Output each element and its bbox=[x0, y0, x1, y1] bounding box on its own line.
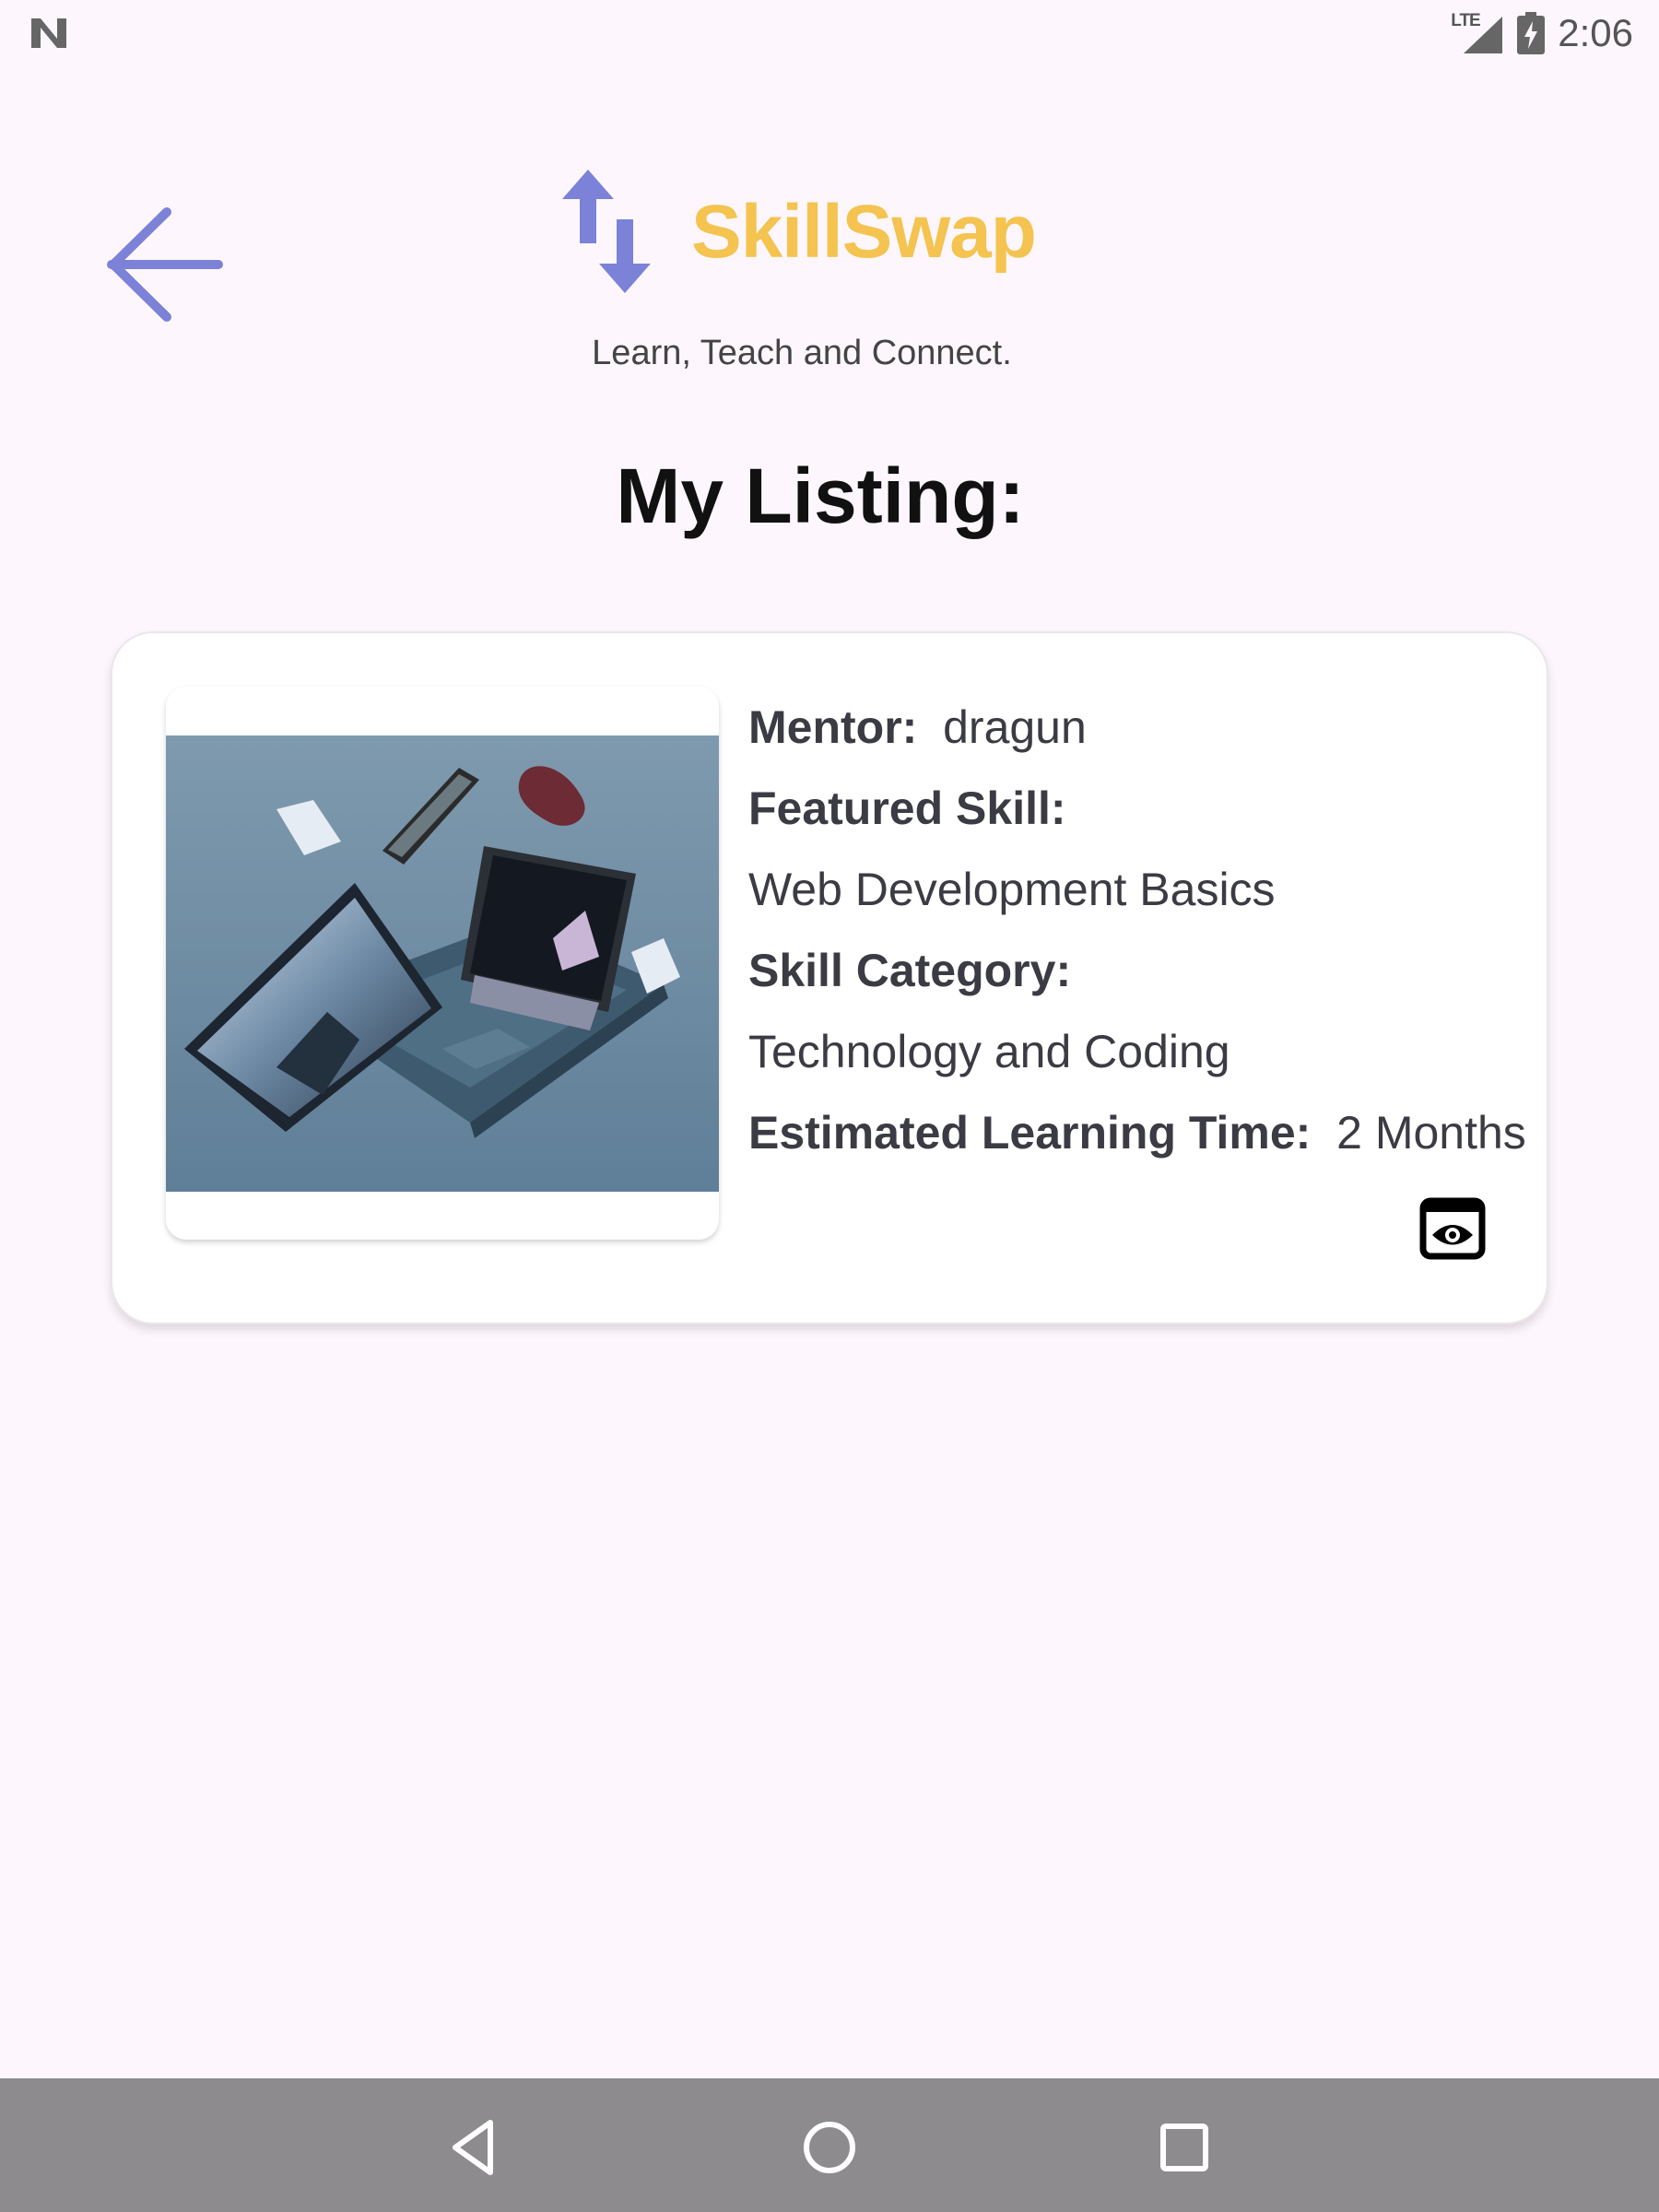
featured-skill-value: Web Development Basics bbox=[748, 864, 1276, 915]
learning-time-row: Estimated Learning Time: 2 Months bbox=[748, 1092, 1526, 1173]
system-nav-bar bbox=[0, 2078, 1659, 2212]
arrow-left-icon bbox=[107, 207, 223, 322]
category-label: Skill Category: bbox=[748, 945, 1072, 996]
featured-skill-label: Featured Skill: bbox=[748, 782, 1066, 834]
listing-image bbox=[166, 735, 719, 1192]
notification-n-icon bbox=[31, 18, 66, 48]
square-recents-icon bbox=[1160, 2124, 1208, 2171]
featured-skill-value-row: Web Development Basics bbox=[748, 849, 1526, 930]
nav-home-button[interactable] bbox=[794, 2115, 859, 2180]
eye-icon bbox=[1419, 1197, 1486, 1260]
nav-back-button[interactable] bbox=[442, 2115, 507, 2180]
back-button[interactable] bbox=[106, 205, 226, 324]
page-title: My Listing: bbox=[616, 453, 1025, 539]
mentor-label: Mentor: bbox=[748, 701, 918, 753]
listing-image-frame bbox=[166, 687, 719, 1240]
status-right: LTE 2:06 bbox=[1449, 9, 1633, 57]
category-row: Skill Category: bbox=[748, 930, 1526, 1011]
brand-title: SkillSwap bbox=[691, 190, 1037, 274]
tagline: Learn, Teach and Connect. bbox=[592, 334, 1012, 372]
nav-recents-button[interactable] bbox=[1152, 2115, 1217, 2180]
mentor-value: dragun bbox=[943, 701, 1087, 753]
mentor-row: Mentor: dragun bbox=[748, 687, 1526, 768]
swap-arrows-icon bbox=[562, 170, 651, 293]
learning-time-label: Estimated Learning Time: bbox=[748, 1107, 1312, 1159]
learning-time-value: 2 Months bbox=[1336, 1107, 1526, 1159]
view-listing-button[interactable] bbox=[1419, 1197, 1486, 1260]
status-time: 2:06 bbox=[1558, 11, 1633, 54]
battery-icon bbox=[1517, 12, 1546, 54]
listing-card[interactable]: Mentor: dragun Featured Skill: Web Devel… bbox=[111, 631, 1548, 1324]
triangle-back-icon bbox=[453, 2120, 493, 2175]
category-value: Technology and Coding bbox=[748, 1026, 1230, 1077]
category-value-row: Technology and Coding bbox=[748, 1011, 1526, 1092]
listing-details: Mentor: dragun Featured Skill: Web Devel… bbox=[748, 687, 1526, 1173]
signal-icon: LTE bbox=[1449, 9, 1504, 57]
status-bar: LTE 2:06 bbox=[0, 0, 1659, 66]
circle-home-icon bbox=[804, 2122, 855, 2173]
featured-skill-row: Featured Skill: bbox=[748, 768, 1526, 849]
